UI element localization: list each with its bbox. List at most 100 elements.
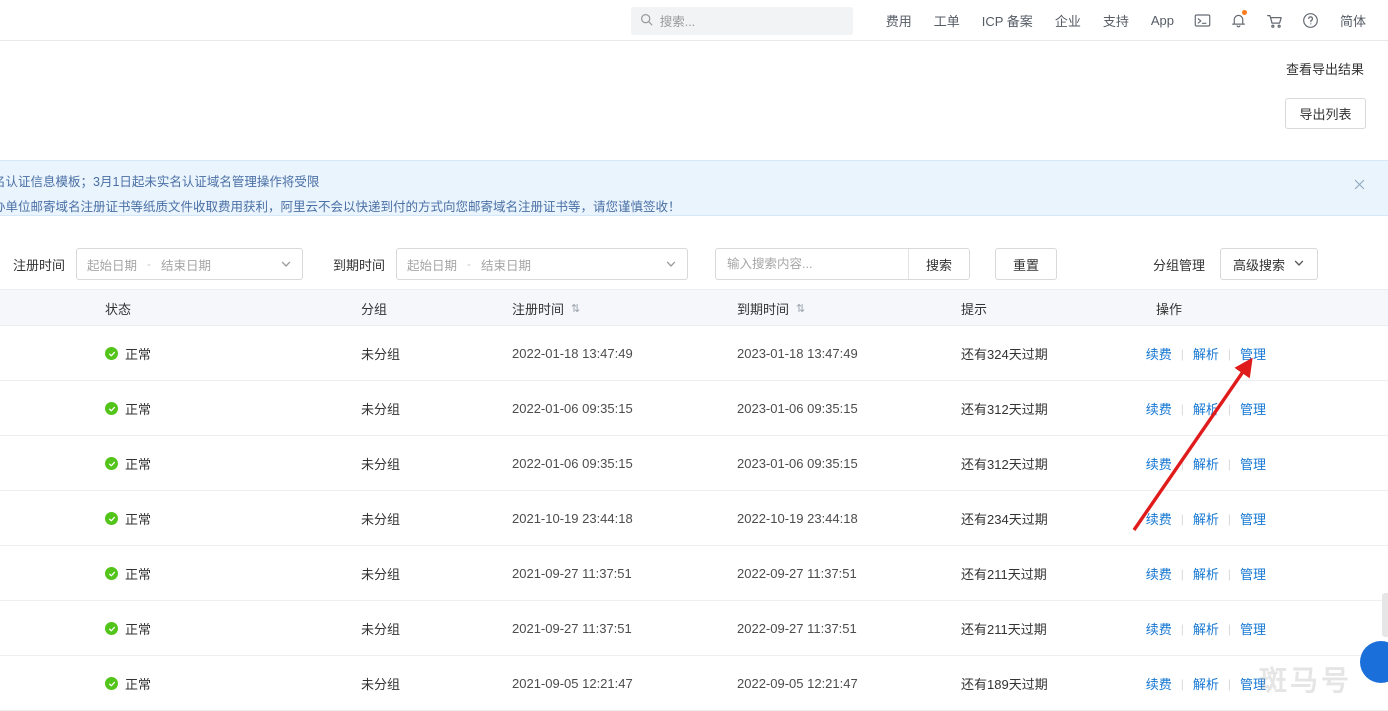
column-header-expiration-time-label: 到期时间 [737,299,789,318]
bell-icon[interactable] [1221,0,1257,41]
nav-link-icp[interactable]: ICP 备案 [971,0,1044,41]
check-circle-icon [105,347,118,360]
close-icon[interactable] [1352,179,1366,193]
column-header-expiration-time[interactable]: 到期时间 ⇅ [737,290,804,327]
cell-status: 正常 [105,381,151,436]
table-row: 正常未分组2022-01-06 09:35:152023-01-06 09:35… [0,381,1388,436]
renew-link[interactable]: 续费 [1146,454,1172,473]
cell-group: 未分组 [361,436,400,491]
group-manage-link[interactable]: 分组管理 [1153,255,1205,274]
chevron-down-icon [1293,257,1305,272]
exp-start-date-placeholder: 起始日期 [407,255,457,274]
cell-tip: 还有211天过期 [961,601,1047,656]
cell-registration-time: 2021-10-19 23:44:18 [512,491,633,546]
resolve-link[interactable]: 解析 [1193,344,1219,363]
cell-group: 未分组 [361,381,400,436]
renew-link[interactable]: 续费 [1146,344,1172,363]
resolve-link[interactable]: 解析 [1193,564,1219,583]
nav-link-fees[interactable]: 费用 [875,0,923,41]
action-separator: | [1181,512,1184,526]
global-search-box[interactable]: 搜索... [631,7,853,35]
cell-tip: 还有234天过期 [961,491,1048,546]
resolve-link[interactable]: 解析 [1193,509,1219,528]
renew-link[interactable]: 续费 [1146,509,1172,528]
exp-range-separator: - [467,257,471,271]
manage-link[interactable]: 管理 [1240,509,1266,528]
status-label: 正常 [125,344,151,363]
cell-registration-time: 2021-09-27 11:37:51 [512,546,632,601]
side-panel-handle[interactable] [1382,593,1388,637]
action-separator: | [1181,677,1184,691]
resolve-link[interactable]: 解析 [1193,674,1219,693]
sort-icon[interactable]: ⇅ [796,302,804,315]
manage-link[interactable]: 管理 [1240,619,1266,638]
manage-link[interactable]: 管理 [1240,399,1266,418]
top-nav-right-group: 搜索... 费用 工单 ICP 备案 企业 支持 App [631,0,1388,41]
nav-link-tickets[interactable]: 工单 [923,0,971,41]
check-circle-icon [105,457,118,470]
notice-banner: 使用已完成实名认证信息模板；3月1日起未实名认证域名管理操作将受限 信息向网站主… [0,160,1388,216]
sort-icon[interactable]: ⇅ [571,302,579,315]
expiration-date-range-picker[interactable]: 起始日期 - 结束日期 [396,248,688,280]
cell-tip: 还有211天过期 [961,546,1047,601]
cart-icon[interactable] [1257,0,1293,41]
export-toolbar: 查看导出结果 导出列表 [1284,56,1366,129]
cell-registration-time: 2021-09-05 12:21:47 [512,656,633,711]
cell-tip: 还有189天过期 [961,656,1048,711]
language-switcher[interactable]: 简体 [1329,0,1388,41]
export-list-button[interactable]: 导出列表 [1285,98,1366,129]
cell-actions: 续费|解析|管理 [1146,601,1266,656]
action-separator: | [1228,677,1231,691]
table-row: 正常未分组2022-01-18 13:47:492023-01-18 13:47… [0,326,1388,381]
status-label: 正常 [125,619,151,638]
action-separator: | [1228,347,1231,361]
cell-registration-time: 2021-09-27 11:37:51 [512,601,632,656]
manage-link[interactable]: 管理 [1240,454,1266,473]
cell-registration-time: 2022-01-06 09:35:15 [512,436,633,491]
cell-expiration-time: 2022-10-19 23:44:18 [737,491,858,546]
renew-link[interactable]: 续费 [1146,564,1172,583]
nav-link-enterprise[interactable]: 企业 [1044,0,1092,41]
search-button[interactable]: 搜索 [908,249,969,279]
chevron-down-icon[interactable] [665,258,677,270]
cell-expiration-time: 2022-09-27 11:37:51 [737,546,857,601]
reset-button[interactable]: 重置 [995,248,1057,280]
cell-expiration-time: 2023-01-18 13:47:49 [737,326,858,381]
table-body: 正常未分组2022-01-18 13:47:492023-01-18 13:47… [0,326,1388,711]
view-export-result-link[interactable]: 查看导出结果 [1284,56,1366,81]
nav-link-app[interactable]: App [1140,0,1185,41]
terminal-icon[interactable] [1185,0,1221,41]
manage-link[interactable]: 管理 [1240,344,1266,363]
cell-group: 未分组 [361,491,400,546]
table-row: 正常未分组2021-09-05 12:21:472022-09-05 12:21… [0,656,1388,711]
column-header-status-label: 状态 [105,299,131,318]
resolve-link[interactable]: 解析 [1193,454,1219,473]
renew-link[interactable]: 续费 [1146,399,1172,418]
advanced-search-dropdown[interactable]: 高级搜索 [1220,248,1318,280]
column-header-actions: 操作 [1156,290,1182,327]
cell-group: 未分组 [361,326,400,381]
manage-link[interactable]: 管理 [1240,564,1266,583]
keyword-search-group: 搜索 [715,248,970,280]
chevron-down-icon[interactable] [280,258,292,270]
status-label: 正常 [125,674,151,693]
renew-link[interactable]: 续费 [1146,674,1172,693]
column-header-registration-time[interactable]: 注册时间 ⇅ [512,290,579,327]
resolve-link[interactable]: 解析 [1193,619,1219,638]
registration-date-range-picker[interactable]: 起始日期 - 结束日期 [76,248,303,280]
keyword-search-input[interactable] [716,249,908,279]
cell-expiration-time: 2023-01-06 09:35:15 [737,381,858,436]
filter-toolbar: 注册时间 起始日期 - 结束日期 到期时间 起始日期 - 结束日期 搜索 重置 … [0,240,1388,288]
nav-link-support[interactable]: 支持 [1092,0,1140,41]
help-icon[interactable] [1293,0,1329,41]
resolve-link[interactable]: 解析 [1193,399,1219,418]
exp-end-date-placeholder: 结束日期 [481,255,531,274]
renew-link[interactable]: 续费 [1146,619,1172,638]
column-header-tip: 提示 [961,290,987,327]
column-header-group: 分组 [361,290,387,327]
advanced-search-label: 高级搜索 [1233,255,1285,274]
check-circle-icon [105,512,118,525]
action-separator: | [1181,622,1184,636]
status-label: 正常 [125,564,151,583]
cell-expiration-time: 2022-09-05 12:21:47 [737,656,858,711]
